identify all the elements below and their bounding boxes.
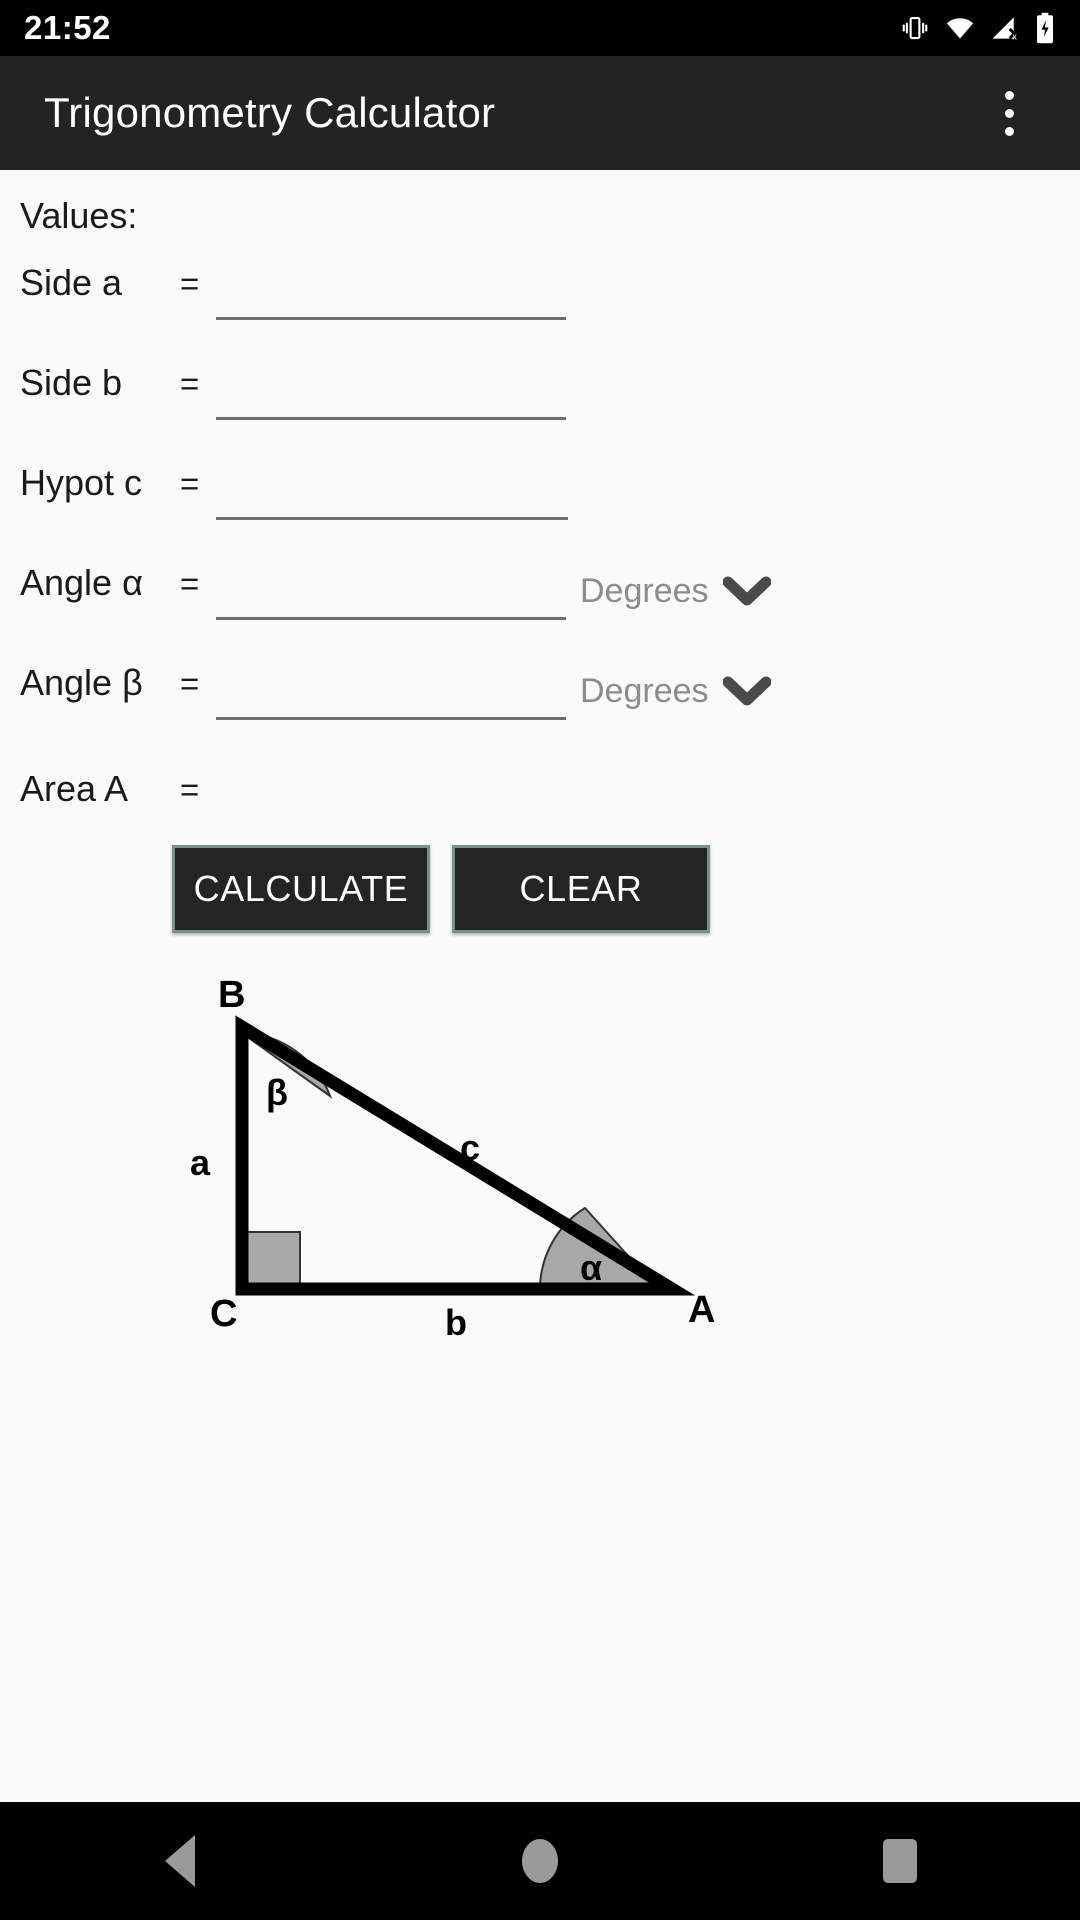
overflow-menu-icon[interactable] — [982, 83, 1036, 143]
equals-sign-angle-beta: = — [180, 665, 200, 702]
equals-sign-hypot-c: = — [180, 465, 200, 502]
equals-sign-angle-alpha: = — [180, 565, 200, 602]
side-label-a: a — [190, 1142, 211, 1183]
input-angle-alpha[interactable] — [216, 564, 566, 617]
vertex-label-b: B — [218, 974, 245, 1016]
label-side-a: Side a — [20, 262, 123, 303]
svg-text:x: x — [1013, 31, 1018, 41]
vertex-label-c: C — [210, 1293, 237, 1335]
label-angle-alpha: Angle α — [20, 562, 143, 603]
action-button-row: CALCULATE CLEAR — [0, 845, 1080, 933]
vibrate-icon — [900, 13, 930, 43]
side-label-b: b — [445, 1302, 467, 1343]
status-bar-clock: 21:52 — [24, 9, 111, 46]
row-side-a: Side a = — [0, 262, 1080, 320]
input-side-a[interactable] — [216, 264, 566, 317]
app-bar: Trigonometry Calculator — [0, 56, 1080, 170]
angle-label-beta: β — [266, 1072, 288, 1113]
status-bar: 21:52 x — [0, 0, 1080, 56]
battery-charging-icon — [1034, 12, 1056, 44]
label-angle-beta: Angle β — [20, 662, 143, 703]
navigation-bar — [0, 1802, 1080, 1920]
back-button[interactable] — [120, 1802, 240, 1920]
row-hypot-c: Hypot c = — [0, 462, 1080, 520]
side-label-c: c — [460, 1127, 480, 1168]
chevron-down-icon[interactable] — [722, 576, 771, 606]
clear-button[interactable]: CLEAR — [452, 845, 710, 933]
angle-label-alpha: α — [580, 1247, 602, 1288]
page-title: Trigonometry Calculator — [44, 89, 496, 136]
field-side-a[interactable] — [216, 264, 566, 320]
main-content: Values: Side a = Side b = Hypot c = Angl… — [0, 170, 1080, 1802]
recents-button[interactable] — [840, 1802, 960, 1920]
cellular-signal-off-icon: x — [990, 13, 1020, 43]
chevron-down-icon[interactable] — [722, 676, 771, 706]
vertex-label-a: A — [688, 1289, 715, 1331]
unit-spinner-angle-alpha[interactable]: Degrees — [580, 572, 771, 611]
home-circle-icon — [522, 1839, 558, 1883]
label-side-b: Side b — [20, 362, 123, 403]
values-section-label: Values: — [20, 195, 138, 236]
unit-spinner-angle-beta[interactable]: Degrees — [580, 672, 771, 711]
row-area-a: Area A = — [0, 768, 1080, 826]
input-angle-beta[interactable] — [216, 664, 566, 717]
wifi-icon — [944, 13, 976, 43]
status-bar-icons: x — [900, 12, 1056, 44]
row-side-b: Side b = — [0, 362, 1080, 420]
equals-sign-side-a: = — [180, 265, 200, 302]
row-angle-alpha: Angle α = Degrees — [0, 562, 1080, 620]
app-screen: 21:52 x Trigonometry Calculator Values: … — [0, 0, 1080, 1920]
right-triangle-diagram: B C A a b c β α — [180, 965, 740, 1345]
recents-square-icon — [883, 1839, 917, 1883]
label-area-a: Area A — [20, 768, 129, 809]
field-angle-alpha[interactable] — [216, 564, 566, 620]
equals-sign-side-b: = — [180, 365, 200, 402]
input-hypot-c[interactable] — [216, 464, 568, 517]
input-side-b[interactable] — [216, 364, 566, 417]
unit-spinner-beta-value: Degrees — [580, 671, 709, 710]
row-angle-beta: Angle β = Degrees — [0, 662, 1080, 720]
home-button[interactable] — [480, 1802, 600, 1920]
field-angle-beta[interactable] — [216, 664, 566, 720]
back-triangle-icon — [165, 1835, 195, 1887]
unit-spinner-alpha-value: Degrees — [580, 571, 709, 610]
calculate-button[interactable]: CALCULATE — [172, 845, 430, 933]
field-hypot-c[interactable] — [216, 464, 568, 520]
field-side-b[interactable] — [216, 364, 566, 420]
label-hypot-c: Hypot c — [20, 462, 143, 503]
equals-sign-area-a: = — [180, 771, 200, 808]
